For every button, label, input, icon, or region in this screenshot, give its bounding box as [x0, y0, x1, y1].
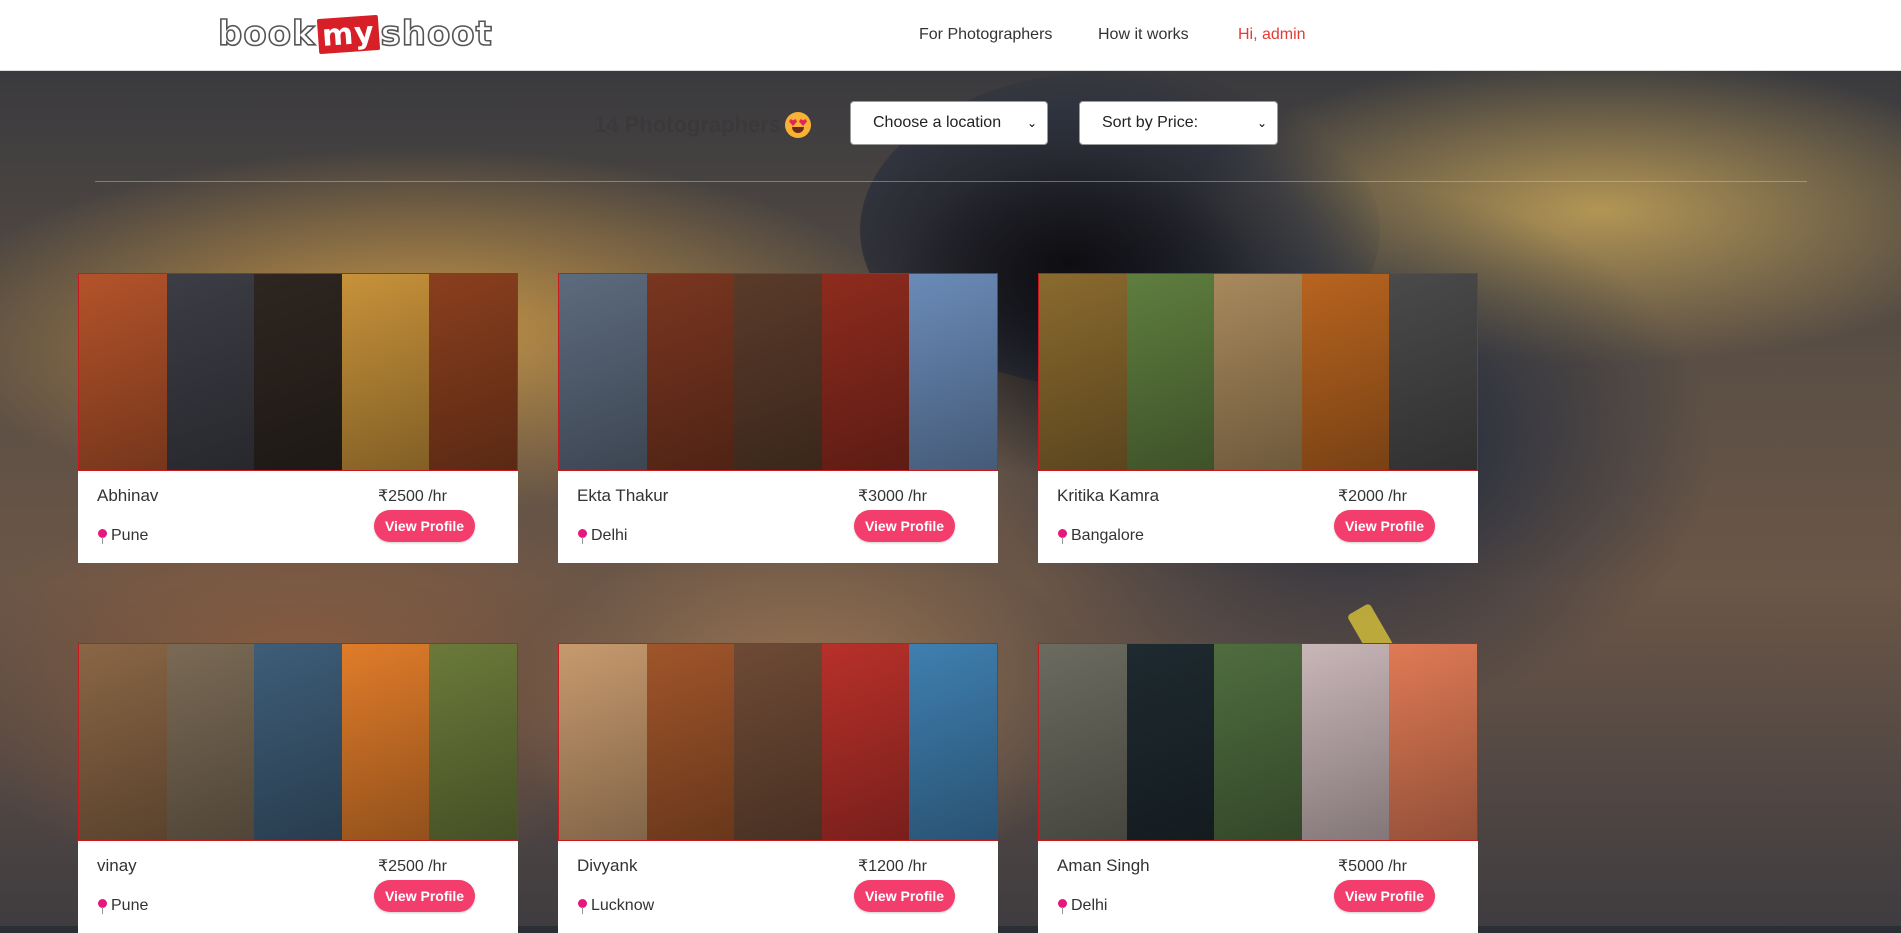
view-profile-button[interactable]: View Profile [854, 880, 955, 912]
photographer-price: ₹2000 /hr [1338, 488, 1407, 505]
portfolio-gallery[interactable] [558, 273, 998, 471]
photographer-card: Abhinav ₹2500 /hr Pune View Profile [78, 273, 518, 563]
sort-select-value: Sort by Price: [1102, 114, 1199, 131]
portfolio-image [821, 274, 910, 470]
location-pin-icon [578, 898, 587, 914]
portfolio-image [166, 274, 255, 470]
portfolio-image [79, 274, 167, 470]
photographer-location-text: Delhi [591, 527, 628, 544]
photographer-location-text: Lucknow [591, 897, 655, 914]
location-pin-icon [578, 528, 587, 544]
portfolio-gallery[interactable] [78, 273, 518, 471]
location-select-value: Choose a location [873, 114, 1002, 131]
portfolio-image [1126, 274, 1215, 470]
portfolio-image [341, 274, 430, 470]
portfolio-image [821, 644, 910, 840]
photographer-location-text: Pune [111, 527, 149, 544]
portfolio-gallery[interactable] [1038, 273, 1478, 471]
nav-user-menu[interactable]: Hi, admin [1238, 26, 1306, 44]
photographer-price: ₹2500 /hr [378, 488, 447, 505]
portfolio-image [1214, 274, 1302, 470]
photographer-location-text: Delhi [1071, 897, 1108, 914]
photographer-count-text: 14 Photographers [594, 112, 782, 137]
portfolio-image [1389, 274, 1477, 470]
logo-text-book: book [217, 13, 316, 55]
view-profile-button[interactable]: View Profile [374, 510, 475, 542]
photographer-price: ₹3000 /hr [858, 488, 927, 505]
chevron-down-icon: ⌄ [1026, 116, 1037, 130]
location-select[interactable]: Choose a location ⌄ [850, 101, 1048, 145]
portfolio-gallery[interactable] [1038, 643, 1478, 841]
photographer-location: Bangalore [1058, 527, 1144, 545]
portfolio-image [559, 274, 647, 470]
portfolio-image [909, 274, 997, 470]
nav-link-for-photographers[interactable]: For Photographers [919, 26, 1052, 44]
portfolio-image [429, 274, 517, 470]
location-pin-icon [1058, 898, 1067, 914]
photographer-location: Pune [98, 527, 148, 545]
photographer-location-text: Bangalore [1071, 527, 1144, 544]
portfolio-image [1301, 274, 1390, 470]
photographer-price: ₹2500 /hr [378, 858, 447, 875]
photographer-card: vinay ₹2500 /hr Pune View Profile [78, 643, 518, 933]
photographer-card: Aman Singh ₹5000 /hr Delhi View Profile [1038, 643, 1478, 933]
logo-text-my: my [316, 14, 380, 54]
portfolio-image [166, 644, 255, 840]
photographer-location: Delhi [1058, 897, 1107, 915]
view-profile-button[interactable]: View Profile [854, 510, 955, 542]
photographer-price: ₹5000 /hr [1338, 858, 1407, 875]
portfolio-image [646, 644, 735, 840]
portfolio-gallery[interactable] [78, 643, 518, 841]
portfolio-image [1389, 644, 1477, 840]
divider [95, 181, 1807, 182]
photographer-price: ₹1200 /hr [858, 858, 927, 875]
portfolio-image [646, 274, 735, 470]
location-pin-icon [98, 528, 107, 544]
nav-link-how-it-works[interactable]: How it works [1098, 26, 1189, 44]
view-profile-button[interactable]: View Profile [1334, 510, 1435, 542]
photographer-name: Aman Singh [1057, 856, 1150, 875]
portfolio-image [909, 644, 997, 840]
view-profile-button[interactable]: View Profile [1334, 880, 1435, 912]
photographer-name: Ekta Thakur [577, 486, 669, 505]
location-pin-icon [98, 898, 107, 914]
portfolio-image [734, 644, 822, 840]
photographer-card: Divyank ₹1200 /hr Lucknow View Profile [558, 643, 998, 933]
photographer-count: 14 Photographers [594, 112, 812, 138]
portfolio-image [1039, 274, 1127, 470]
portfolio-image [429, 644, 517, 840]
photographer-card: Ekta Thakur ₹3000 /hr Delhi View Profile [558, 273, 998, 563]
portfolio-gallery[interactable] [558, 643, 998, 841]
logo-text-shoot: shoot [380, 13, 493, 55]
portfolio-image [254, 644, 342, 840]
star-struck-emoji-icon [785, 112, 812, 138]
portfolio-image [254, 274, 342, 470]
location-pin-icon [1058, 528, 1067, 544]
photographer-name: Divyank [577, 856, 638, 875]
portfolio-image [559, 644, 647, 840]
navbar: book my shoot For Photographers How it w… [0, 0, 1901, 71]
photographer-name: Abhinav [97, 486, 159, 505]
view-profile-button[interactable]: View Profile [374, 880, 475, 912]
chevron-down-icon: ⌄ [1256, 116, 1267, 130]
photographer-location: Lucknow [578, 897, 654, 915]
photographer-location: Pune [98, 897, 148, 915]
portfolio-image [734, 274, 822, 470]
sort-select[interactable]: Sort by Price: ⌄ [1079, 101, 1278, 145]
portfolio-image [1039, 644, 1127, 840]
portfolio-image [341, 644, 430, 840]
portfolio-image [1126, 644, 1215, 840]
photographer-name: Kritika Kamra [1057, 486, 1160, 505]
portfolio-image [1301, 644, 1390, 840]
photographer-name: vinay [97, 856, 137, 875]
portfolio-image [1214, 644, 1302, 840]
photographer-location: Delhi [578, 527, 627, 545]
portfolio-image [79, 644, 167, 840]
logo[interactable]: book my shoot [217, 12, 493, 56]
photographer-location-text: Pune [111, 897, 149, 914]
photographer-card: Kritika Kamra ₹2000 /hr Bangalore View P… [1038, 273, 1478, 563]
